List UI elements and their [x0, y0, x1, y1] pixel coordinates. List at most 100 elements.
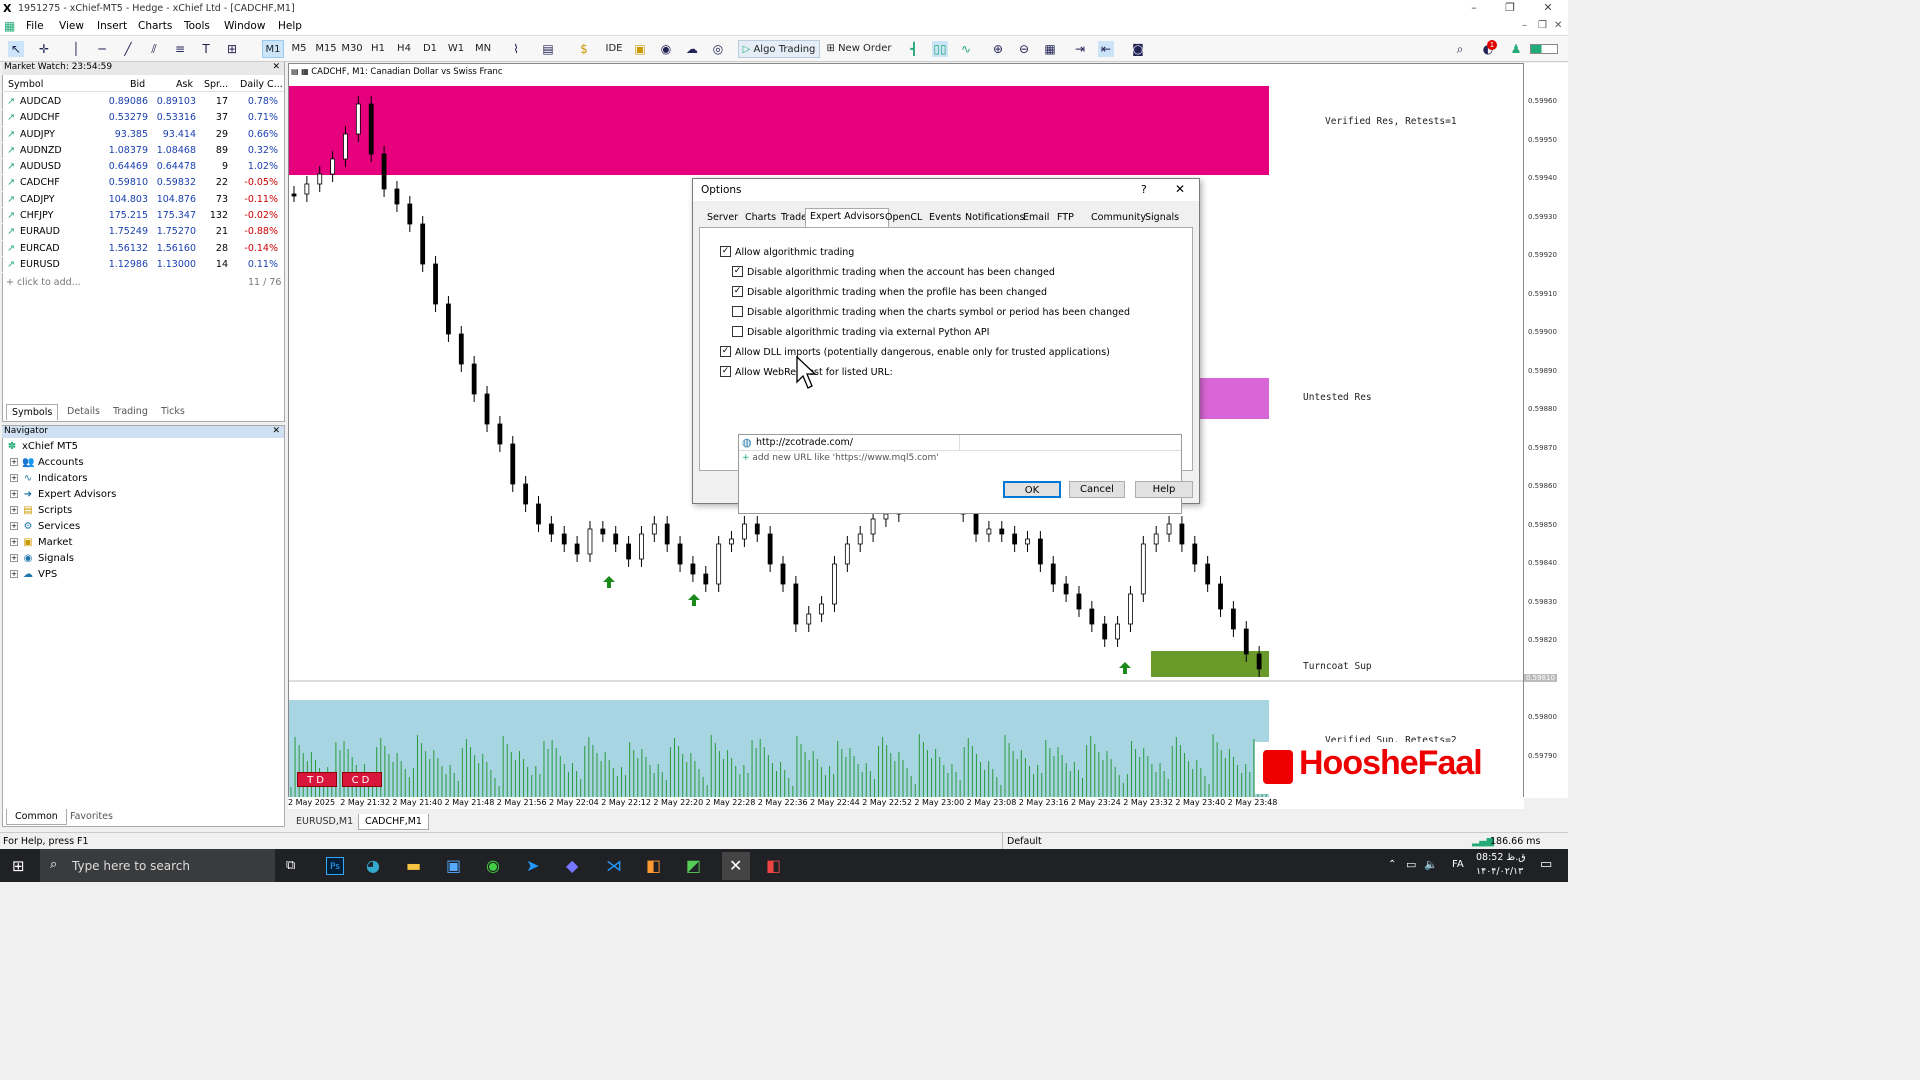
tab-signals[interactable]: Signals [1141, 210, 1183, 227]
vertical-line-icon[interactable]: │ [68, 41, 84, 57]
market-watch-row[interactable]: ↗ CHFJPY 175.215 175.347 132 -0.02% [2, 208, 284, 225]
menu-tools[interactable]: Tools [184, 20, 210, 32]
tab-server[interactable]: Server [703, 210, 742, 227]
shapes-icon[interactable]: ⊞ [224, 41, 240, 57]
menu-window[interactable]: Window [224, 20, 265, 32]
windows-start-icon[interactable]: ⊞ [12, 857, 25, 875]
tray-chevron-icon[interactable]: ⌃ [1388, 859, 1396, 870]
line-chart-icon[interactable]: ∿ [958, 41, 974, 57]
col-daily-change[interactable]: Daily C... [240, 79, 283, 90]
col-bid[interactable]: Bid [130, 79, 145, 90]
market-watch-row[interactable]: ↗ EURCAD 1.56132 1.56160 28 -0.14% [2, 241, 284, 257]
expand-icon[interactable]: + [10, 538, 18, 546]
navigator-item-scripts[interactable]: + ▤ Scripts [10, 503, 72, 519]
navigator-item-accounts[interactable]: + 👥 Accounts [10, 455, 84, 471]
td-button[interactable]: TD [297, 772, 337, 787]
mdi-minimize-icon[interactable]: – [1522, 20, 1527, 31]
expand-icon[interactable]: + [10, 522, 18, 530]
timeframe-m5[interactable]: M5 [288, 40, 310, 58]
telegram-icon[interactable]: ➤ [526, 856, 539, 875]
expand-icon[interactable]: + [10, 570, 18, 578]
market-watch-row[interactable]: ↗ AUDCHF 0.53279 0.53316 37 0.71% [2, 110, 284, 127]
url-list[interactable]: ◍ http://zcotrade.com/ + add new URL lik… [738, 434, 1182, 514]
grid-icon[interactable]: ▦ [1042, 41, 1058, 57]
col-ask[interactable]: Ask [176, 79, 193, 90]
checkbox-icon[interactable]: ✓ [720, 346, 731, 357]
option-checkbox[interactable]: ✓ Allow DLL imports (potentially dangerou… [720, 346, 1110, 360]
menu-charts[interactable]: Charts [138, 20, 172, 32]
cursor-icon[interactable]: ↖ [8, 41, 24, 57]
account-icon[interactable]: ♟ [1508, 41, 1524, 57]
tab-symbols[interactable]: Symbols [6, 404, 59, 420]
file-explorer-icon[interactable]: ▬ [406, 856, 421, 875]
close-panel-icon[interactable]: ✕ [272, 426, 280, 436]
menu-view[interactable]: View [59, 20, 84, 32]
col-symbol[interactable]: Symbol [8, 79, 43, 90]
tab-ftp[interactable]: FTP [1053, 210, 1078, 227]
dialog-help-icon[interactable]: ? [1141, 183, 1147, 196]
market-watch-row[interactable]: ↗ EURAUD 1.75249 1.75270 21 -0.88% [2, 224, 284, 241]
close-panel-icon[interactable]: ✕ [272, 62, 280, 72]
dialog-close-icon[interactable]: ✕ [1175, 182, 1185, 196]
tab-opencl[interactable]: OpenCL [881, 210, 926, 227]
text-tool-icon[interactable]: T [198, 41, 214, 57]
cloud-icon[interactable]: ☁ [684, 41, 700, 57]
checkbox-icon[interactable] [732, 306, 743, 317]
timeframe-h4[interactable]: H4 [394, 40, 414, 58]
close-icon[interactable]: ✕ [1538, 1, 1558, 15]
add-symbol[interactable]: + click to add... [6, 277, 81, 288]
menu-help[interactable]: Help [278, 20, 302, 32]
url-value[interactable]: http://zcotrade.com/ [756, 437, 853, 448]
fibonacci-icon[interactable]: ≡ [172, 41, 188, 57]
templates-icon[interactable]: ▤ [540, 41, 556, 57]
checkbox-icon[interactable]: ✓ [720, 366, 731, 377]
chart-menu-icon[interactable]: ▤ ▦ [291, 67, 311, 76]
screenshot-icon[interactable]: ◙ [1130, 41, 1146, 57]
zoom-in-icon[interactable]: ⊕ [990, 41, 1006, 57]
cancel-button[interactable]: Cancel [1069, 481, 1125, 498]
market-watch-row[interactable]: ↗ AUDNZD 1.08379 1.08468 89 0.32% [2, 143, 284, 160]
checkbox-icon[interactable] [732, 326, 743, 337]
navigator-item-services[interactable]: + ⚙ Services [10, 519, 80, 535]
taskbar-active-app[interactable]: ✕ [722, 852, 750, 880]
checkbox-icon[interactable]: ✓ [732, 286, 743, 297]
expand-icon[interactable]: + [10, 474, 18, 482]
option-checkbox[interactable]: ✓ Disable algorithmic trading when the ac… [732, 266, 1055, 280]
option-checkbox[interactable]: ✓ Allow algorithmic trading [720, 246, 854, 260]
search-icon[interactable]: ⌕ [1452, 41, 1468, 57]
ide-button[interactable]: IDE [602, 40, 626, 58]
autoscroll-icon[interactable]: ⇥ [1072, 41, 1088, 57]
add-url-row[interactable]: + add new URL like 'https://www.mql5.com… [742, 453, 939, 463]
option-checkbox[interactable]: Disable algorithmic trading via external… [732, 326, 989, 340]
market-icon[interactable]: $ [576, 41, 592, 57]
tab-favorites[interactable]: Favorites [70, 811, 113, 822]
timeframe-m15[interactable]: M15 [314, 40, 338, 58]
option-checkbox[interactable]: Disable algorithmic trading when the cha… [732, 306, 1130, 320]
chart-tab-eurusd[interactable]: EURUSD,M1 [290, 814, 359, 830]
ok-button[interactable]: OK [1003, 481, 1061, 498]
lock-icon[interactable]: ▣ [632, 41, 648, 57]
restore-icon[interactable]: ❐ [1500, 1, 1520, 15]
timeframe-m1[interactable]: M1 [262, 40, 284, 58]
trendline-icon[interactable]: ╱ [120, 41, 136, 57]
expand-icon[interactable]: + [10, 490, 18, 498]
chrome-icon[interactable]: ◉ [486, 856, 500, 875]
minimize-icon[interactable]: – [1464, 1, 1484, 15]
metatrader-icon[interactable]: ◩ [686, 856, 701, 875]
expand-icon[interactable]: + [10, 554, 18, 562]
menu-file[interactable]: File [26, 20, 44, 32]
option-checkbox[interactable]: ✓ Disable algorithmic trading when the pr… [732, 286, 1047, 300]
vscode-icon[interactable]: ⋊ [606, 856, 622, 875]
market-watch-row[interactable]: ↗ AUDJPY 93.385 93.414 29 0.66% [2, 127, 284, 143]
chart-shift-icon[interactable]: ⇤ [1098, 41, 1114, 57]
language-indicator[interactable]: FA [1452, 859, 1464, 870]
timeframe-h1[interactable]: H1 [368, 40, 388, 58]
photoshop-icon[interactable]: Ps [326, 857, 344, 875]
channel-icon[interactable]: ⫽ [146, 41, 162, 57]
mdi-restore-icon[interactable]: ❐ [1538, 20, 1547, 31]
navigator-item-market[interactable]: + ▣ Market [10, 535, 72, 551]
menu-insert[interactable]: Insert [97, 20, 127, 32]
navigator-item-indicators[interactable]: + ∿ Indicators [10, 471, 87, 487]
store-icon[interactable]: ▣ [446, 856, 461, 875]
market-watch-row[interactable]: ↗ CADJPY 104.803 104.876 73 -0.11% [2, 192, 284, 209]
